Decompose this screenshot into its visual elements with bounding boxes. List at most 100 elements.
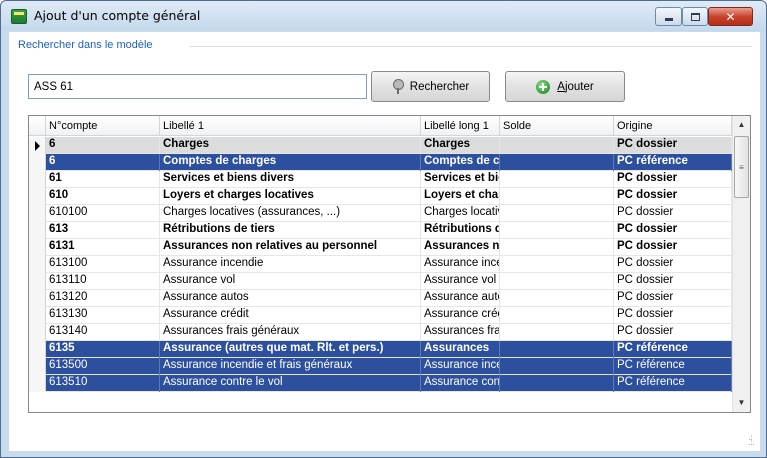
table-row[interactable]: 6135 Assurance (autres que mat. Rlt. et … xyxy=(29,341,732,358)
cell-origin: PC dossier xyxy=(614,137,732,154)
row-indicator xyxy=(29,324,46,341)
row-indicator xyxy=(29,205,46,222)
cell-label: Assurance crédit xyxy=(160,307,421,324)
cell-balance xyxy=(500,256,614,273)
row-indicator xyxy=(29,341,46,358)
cell-origin: PC dossier xyxy=(614,239,732,256)
table-row[interactable]: 613130 Assurance crédit Assurance crédit… xyxy=(29,307,732,324)
row-indicator xyxy=(29,137,46,154)
app-icon xyxy=(11,9,27,24)
scroll-up-arrow-icon[interactable]: ▲ xyxy=(733,116,750,133)
cell-balance xyxy=(500,171,614,188)
cell-long-label: Assurance autos xyxy=(421,290,500,307)
cell-origin: PC dossier xyxy=(614,205,732,222)
cell-long-label: Assurances non relatives xyxy=(421,239,500,256)
cell-account-number: 613110 xyxy=(46,273,160,290)
grid-rows: 6 Charges Charges PC dossier 6 Comptes d… xyxy=(29,137,732,392)
cell-origin: PC dossier xyxy=(614,307,732,324)
table-row[interactable]: 610100 Charges locatives (assurances, ..… xyxy=(29,205,732,222)
column-header-long-label[interactable]: Libellé long 1 xyxy=(421,116,500,136)
scrollbar-thumb[interactable]: ≡ xyxy=(734,136,749,198)
window-title: Ajout d'un compte général xyxy=(34,8,201,23)
grid-header: N°compte Libellé 1 Libellé long 1 Solde … xyxy=(29,116,732,136)
search-input[interactable] xyxy=(28,74,367,99)
search-group-legend: Rechercher dans le modèle xyxy=(18,39,157,51)
cell-origin: PC référence xyxy=(614,375,732,392)
cell-long-label: Assurance vol xyxy=(421,273,500,290)
cell-label: Loyers et charges locatives xyxy=(160,188,421,205)
cell-balance xyxy=(500,358,614,375)
table-row[interactable]: 613500 Assurance incendie et frais génér… xyxy=(29,358,732,375)
cell-long-label: Assurance incendie xyxy=(421,358,500,375)
search-button[interactable]: Rechercher xyxy=(371,71,490,102)
table-row[interactable]: 613 Rétributions de tiers Rétributions d… xyxy=(29,222,732,239)
search-button-label: Rechercher xyxy=(409,80,470,93)
cell-long-label: Rétributions de tiers xyxy=(421,222,500,239)
cell-label: Assurance vol xyxy=(160,273,421,290)
cell-long-label: Services et biens divers xyxy=(421,171,500,188)
cell-balance xyxy=(500,273,614,290)
add-button[interactable]: Ajouter xyxy=(505,71,625,102)
cell-long-label: Assurance contre le vol xyxy=(421,375,500,392)
cell-long-label: Comptes de charges xyxy=(421,154,500,171)
table-row[interactable]: 61 Services et biens divers Services et … xyxy=(29,171,732,188)
current-row-arrow-icon xyxy=(35,141,40,151)
column-header-balance[interactable]: Solde xyxy=(500,116,614,136)
cell-label: Assurance contre le vol xyxy=(160,375,421,392)
cell-label: Services et biens divers xyxy=(160,171,421,188)
cell-balance xyxy=(500,341,614,358)
table-row[interactable]: 6 Comptes de charges Comptes de charges … xyxy=(29,154,732,171)
header-row-indicator xyxy=(29,116,46,136)
cell-label: Comptes de charges xyxy=(160,154,421,171)
cell-account-number: 6 xyxy=(46,154,160,171)
cell-origin: PC dossier xyxy=(614,188,732,205)
row-indicator xyxy=(29,171,46,188)
vertical-scrollbar[interactable]: ▲ ≡ ▼ xyxy=(732,116,750,412)
table-row[interactable]: 6131 Assurances non relatives au personn… xyxy=(29,239,732,256)
cell-account-number: 6131 xyxy=(46,239,160,256)
table-row[interactable]: 613100 Assurance incendie Assurance ince… xyxy=(29,256,732,273)
table-row[interactable]: 613140 Assurances frais généraux Assuran… xyxy=(29,324,732,341)
cell-long-label: Assurance crédit xyxy=(421,307,500,324)
minimize-button[interactable] xyxy=(655,7,682,26)
table-row[interactable]: 613120 Assurance autos Assurance autos P… xyxy=(29,290,732,307)
cell-origin: PC dossier xyxy=(614,222,732,239)
cell-balance xyxy=(500,205,614,222)
cell-long-label: Loyers et charges locatives xyxy=(421,188,500,205)
maximize-button[interactable] xyxy=(682,7,708,26)
row-indicator xyxy=(29,256,46,273)
row-indicator xyxy=(29,307,46,324)
cell-account-number: 613510 xyxy=(46,375,160,392)
column-header-origin[interactable]: Origine xyxy=(614,116,732,136)
add-button-label: Ajouter xyxy=(557,80,594,93)
cell-account-number: 613140 xyxy=(46,324,160,341)
table-row[interactable]: 613510 Assurance contre le vol Assurance… xyxy=(29,375,732,392)
title-bar[interactable]: Ajout d'un compte général ✕ xyxy=(1,1,766,31)
table-row[interactable]: 610 Loyers et charges locatives Loyers e… xyxy=(29,188,732,205)
thumb-grip-icon: ≡ xyxy=(739,162,744,172)
cell-origin: PC référence xyxy=(614,358,732,375)
cell-balance xyxy=(500,239,614,256)
close-button[interactable]: ✕ xyxy=(708,7,753,26)
accounts-grid[interactable]: N°compte Libellé 1 Libellé long 1 Solde … xyxy=(28,115,751,413)
table-row[interactable]: 613110 Assurance vol Assurance vol PC do… xyxy=(29,273,732,290)
column-header-label[interactable]: Libellé 1 xyxy=(160,116,421,136)
table-row[interactable]: 6 Charges Charges PC dossier xyxy=(29,137,732,154)
scroll-down-arrow-icon[interactable]: ▼ xyxy=(733,394,750,411)
cell-long-label: Assurances xyxy=(421,341,500,358)
cell-balance xyxy=(500,307,614,324)
cell-long-label: Assurances frais généraux xyxy=(421,324,500,341)
cell-balance xyxy=(500,222,614,239)
resize-grip-icon[interactable]: .:.:. xyxy=(748,434,755,448)
cell-account-number: 6135 xyxy=(46,341,160,358)
cell-long-label: Charges xyxy=(421,137,500,154)
cell-label: Charges xyxy=(160,137,421,154)
cell-account-number: 613120 xyxy=(46,290,160,307)
row-indicator xyxy=(29,358,46,375)
column-header-account-number[interactable]: N°compte xyxy=(46,116,160,136)
row-indicator xyxy=(29,188,46,205)
cell-label: Rétributions de tiers xyxy=(160,222,421,239)
cell-account-number: 613130 xyxy=(46,307,160,324)
cell-label: Assurances non relatives au personnel xyxy=(160,239,421,256)
cell-origin: PC dossier xyxy=(614,290,732,307)
